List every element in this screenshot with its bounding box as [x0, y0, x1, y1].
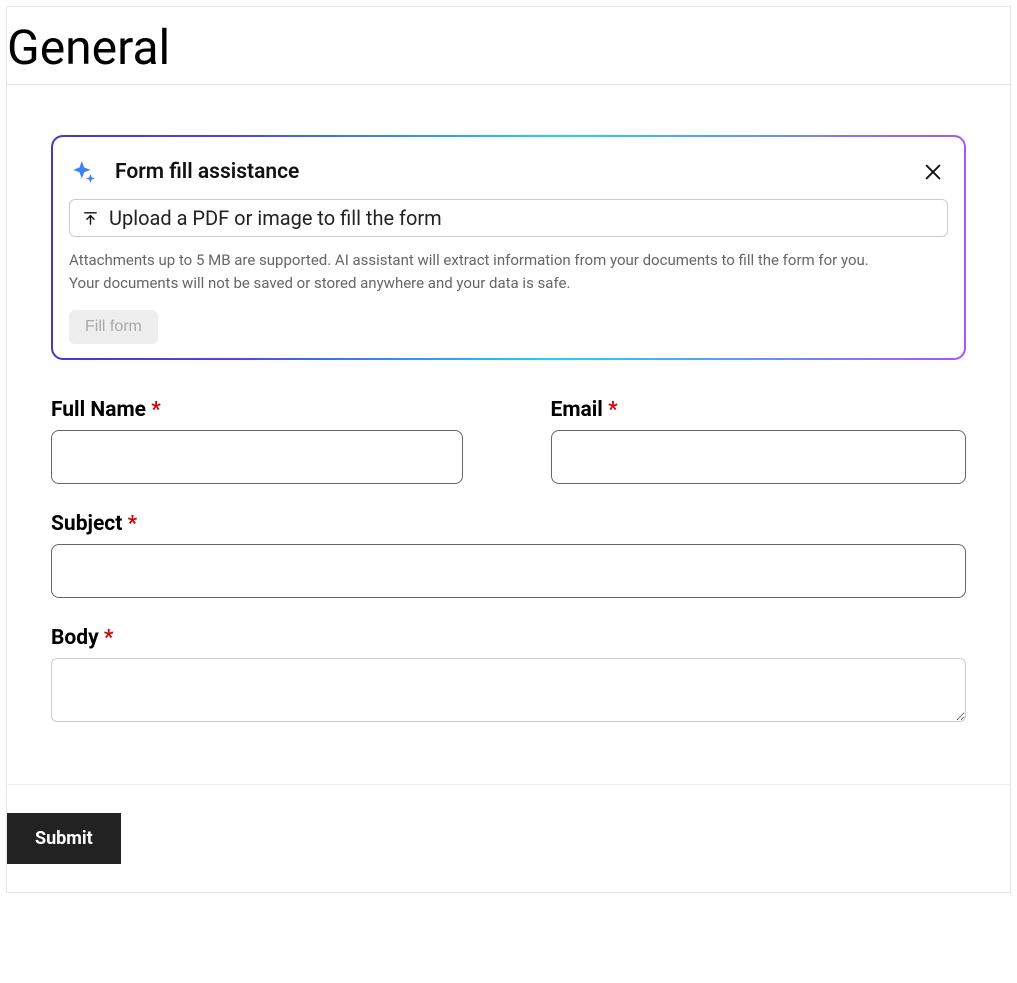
fill-form-button[interactable]: Fill form: [69, 310, 158, 344]
page-container: General Form fill assistance: [6, 6, 1011, 893]
upload-icon: [82, 210, 99, 227]
full-name-label-text: Full Name: [51, 398, 146, 422]
form-group-full-name: Full Name *: [51, 398, 467, 484]
required-marker: *: [608, 398, 618, 422]
body-label-text: Body: [51, 626, 99, 650]
email-label-text: Email: [551, 398, 603, 422]
email-input[interactable]: [551, 430, 967, 484]
form-row-name-email: Full Name * Email *: [51, 398, 966, 484]
close-icon: [922, 161, 944, 183]
submit-button[interactable]: Submit: [7, 813, 121, 864]
close-button[interactable]: [920, 159, 946, 185]
form-fill-assistance-card: Form fill assistance: [51, 135, 966, 360]
assist-help-text: Attachments up to 5 MB are supported. AI…: [69, 249, 948, 296]
form-row-subject: Subject *: [51, 512, 966, 598]
required-marker: *: [151, 398, 161, 422]
assist-title: Form fill assistance: [115, 160, 299, 184]
full-name-input[interactable]: [51, 430, 463, 484]
form-row-body: Body *: [51, 626, 966, 726]
assist-header: Form fill assistance: [69, 159, 948, 185]
body-textarea[interactable]: [51, 658, 966, 722]
body-label: Body *: [51, 626, 966, 650]
email-label: Email *: [551, 398, 967, 422]
form-footer: Submit: [7, 784, 1010, 892]
upload-label: Upload a PDF or image to fill the form: [109, 206, 442, 230]
subject-label-text: Subject: [51, 512, 122, 536]
form-group-body: Body *: [51, 626, 966, 726]
full-name-label: Full Name *: [51, 398, 467, 422]
required-marker: *: [128, 512, 138, 536]
form-group-email: Email *: [551, 398, 967, 484]
subject-input[interactable]: [51, 544, 966, 598]
form-group-subject: Subject *: [51, 512, 966, 598]
assist-header-left: Form fill assistance: [71, 159, 299, 185]
required-marker: *: [104, 626, 114, 650]
subject-label: Subject *: [51, 512, 966, 536]
assist-help-line1: Attachments up to 5 MB are supported. AI…: [69, 249, 948, 272]
sparkles-icon: [71, 159, 97, 185]
page-title: General: [7, 7, 1010, 85]
content-area: Form fill assistance: [7, 85, 1010, 784]
upload-box[interactable]: Upload a PDF or image to fill the form: [69, 199, 948, 237]
assist-help-line2: Your documents will not be saved or stor…: [69, 272, 948, 295]
